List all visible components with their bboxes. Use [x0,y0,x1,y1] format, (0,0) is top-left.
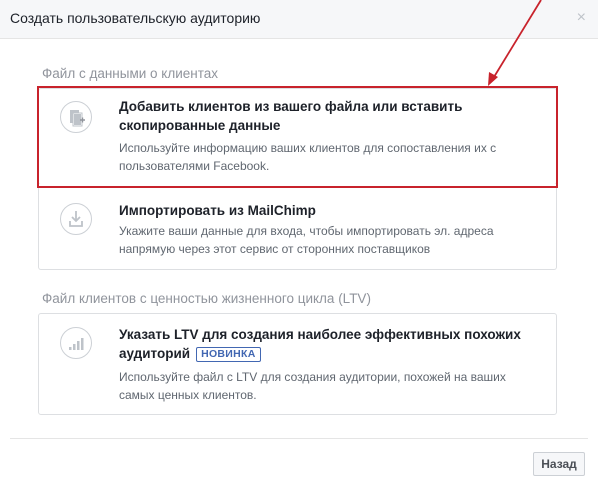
back-button[interactable]: Назад [533,452,585,476]
annotation-arrow-icon [488,0,542,86]
footer-divider [10,438,588,439]
